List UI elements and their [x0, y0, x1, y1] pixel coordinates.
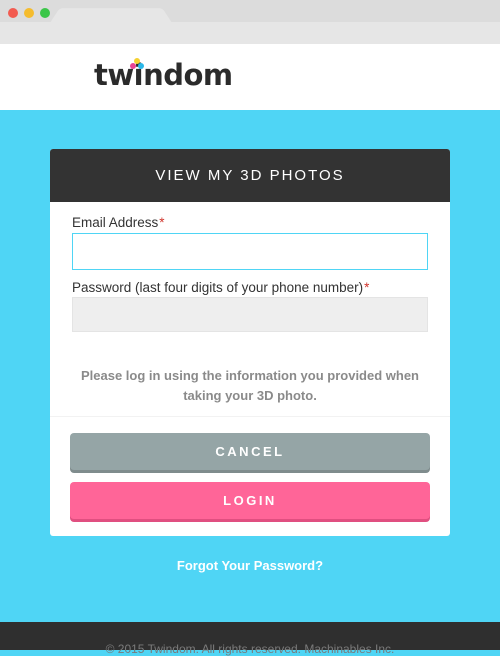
password-required-mark: *: [364, 280, 370, 295]
minimize-window-icon[interactable]: [24, 8, 34, 18]
email-required-mark: *: [159, 215, 165, 230]
maximize-window-icon[interactable]: [40, 8, 50, 18]
twindom-logo[interactable]: twindom: [94, 58, 233, 92]
logo-dot-pink: [130, 63, 136, 69]
login-card: VIEW MY 3D PHOTOS Email Address* Passwor…: [50, 149, 450, 536]
card-title: VIEW MY 3D PHOTOS: [50, 149, 450, 202]
login-button[interactable]: LOGIN: [70, 482, 430, 519]
email-input[interactable]: [72, 233, 428, 270]
email-label: Email Address*: [72, 215, 165, 230]
site-header: twindom: [0, 44, 500, 110]
browser-tab[interactable]: [50, 8, 172, 23]
logo-dot-blue: [138, 63, 144, 69]
site-footer: © 2015 Twindom. All rights reserved. Mac…: [0, 622, 500, 656]
card-divider: [50, 416, 450, 417]
logo-dots-icon: [130, 58, 144, 70]
password-input[interactable]: [72, 297, 428, 332]
email-label-text: Email Address: [72, 215, 159, 230]
login-info-text: Please log in using the information you …: [80, 368, 420, 403]
close-window-icon[interactable]: [8, 8, 18, 18]
password-label: Password (last four digits of your phone…: [72, 280, 369, 295]
browser-chrome: [0, 0, 500, 44]
cancel-button[interactable]: CANCEL: [70, 433, 430, 470]
forgot-password-link[interactable]: Forgot Your Password?: [0, 558, 500, 573]
footer-copyright: © 2015 Twindom. All rights reserved. Mac…: [105, 642, 395, 656]
password-label-text: Password (last four digits of your phone…: [72, 280, 364, 295]
